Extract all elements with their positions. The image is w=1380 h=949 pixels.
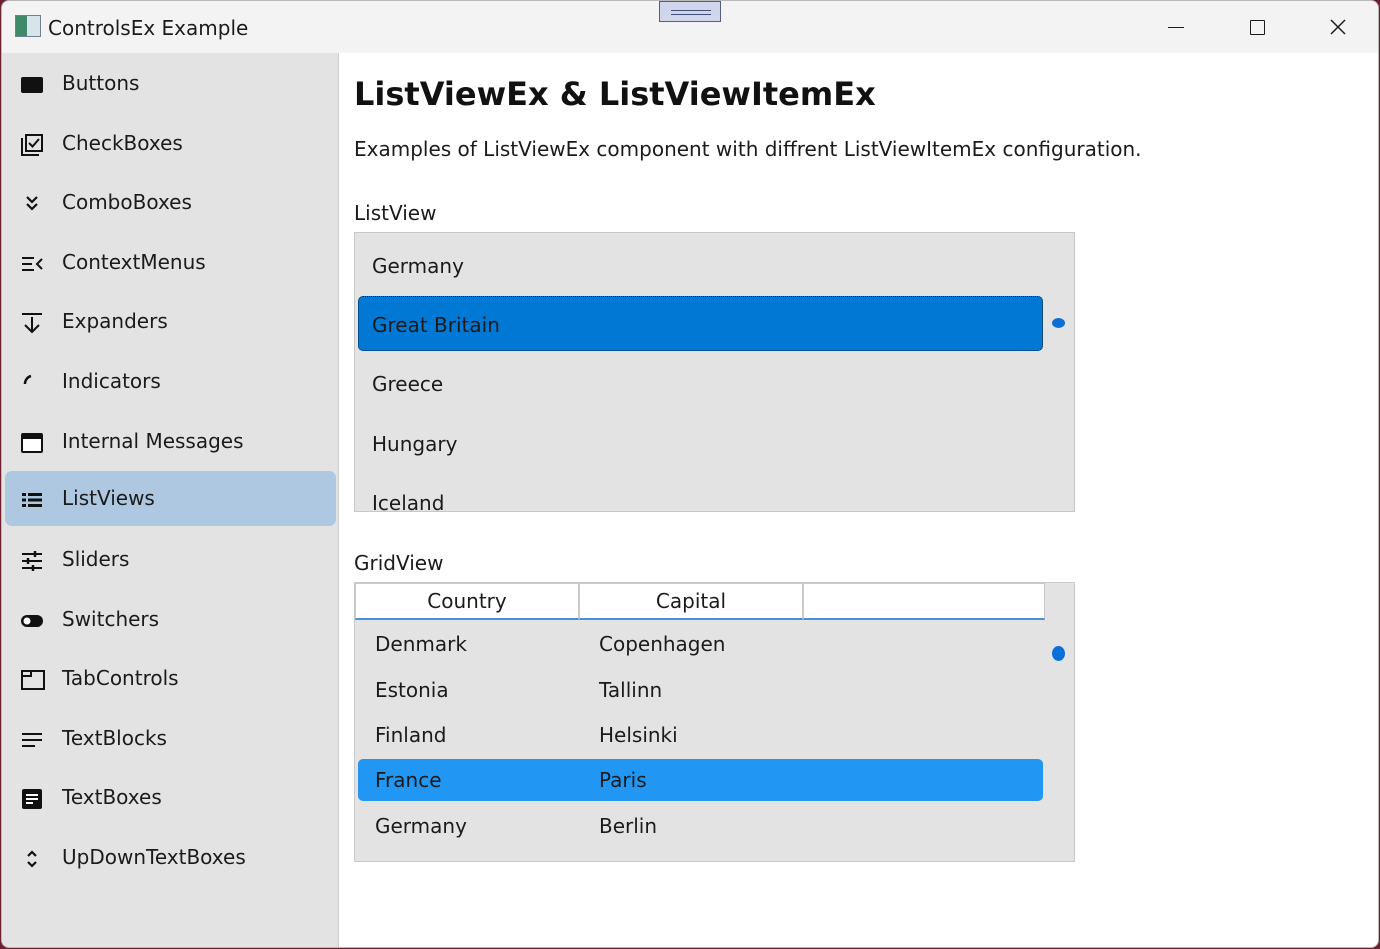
list-icon (21, 489, 43, 511)
table-row-selected[interactable]: France Paris (358, 759, 1043, 801)
listview[interactable]: Germany Great Britain Greece Hungary Ice… (354, 232, 1075, 512)
text-box-icon (21, 788, 43, 810)
column-header-country[interactable]: Country (355, 583, 579, 620)
list-item-selected[interactable]: Great Britain (358, 296, 1043, 351)
double-chevron-down-icon (21, 193, 43, 215)
close-button[interactable] (1298, 1, 1378, 53)
listview-label: ListView (354, 201, 437, 225)
sidebar-item-label: ComboBoxes (62, 190, 192, 214)
text-lines-icon (21, 729, 43, 751)
sidebar-item-sliders[interactable]: Sliders (5, 532, 336, 587)
cell-capital: Tallinn (599, 678, 663, 702)
maximize-icon (1250, 20, 1265, 35)
expander-icon (21, 312, 43, 334)
sidebar-item-checkboxes[interactable]: CheckBoxes (5, 116, 336, 171)
sidebar-item-tabcontrols[interactable]: TabControls (5, 651, 336, 706)
sidebar-item-label: CheckBoxes (62, 131, 183, 155)
sidebar-item-label: Buttons (62, 71, 140, 95)
drag-handle-icon[interactable] (659, 1, 721, 22)
toggle-switch-icon (21, 610, 43, 632)
scrollbar-thumb[interactable] (1052, 318, 1065, 328)
sidebar-item-label: UpDownTextBoxes (62, 845, 246, 869)
button-icon (21, 74, 43, 96)
gridview[interactable]: Country Capital Denmark Copenhagen Eston… (354, 582, 1075, 862)
sidebar-item-label: TextBoxes (62, 785, 162, 809)
cell-capital: Berlin (599, 814, 658, 838)
sidebar-item-label: ListViews (62, 486, 155, 510)
cell-country: Denmark (375, 632, 467, 656)
sidebar-item-label: Internal Messages (62, 429, 244, 453)
sidebar-item-textblocks[interactable]: TextBlocks (5, 711, 336, 766)
cell-capital: Copenhagen (599, 632, 726, 656)
sidebar-item-label: Sliders (62, 547, 130, 571)
table-row[interactable]: Denmark Copenhagen (358, 623, 1043, 665)
cell-country: Estonia (375, 678, 449, 702)
sidebar-item-buttons[interactable]: Buttons (5, 56, 336, 111)
sidebar-item-textboxes[interactable]: TextBoxes (5, 770, 336, 825)
maximize-button[interactable] (1217, 1, 1297, 53)
sidebar-item-indicators[interactable]: Indicators (5, 354, 336, 409)
list-item[interactable]: Greece (358, 355, 1043, 410)
sidebar-item-internal-messages[interactable]: Internal Messages (5, 414, 336, 469)
sidebar-item-label: ContextMenus (62, 250, 206, 274)
sidebar-item-label: Indicators (62, 369, 161, 393)
cell-country: Finland (375, 723, 447, 747)
gridview-label: GridView (354, 551, 444, 575)
context-menu-icon (21, 253, 43, 275)
sidebar-item-contextmenus[interactable]: ContextMenus (5, 235, 336, 290)
cell-country: France (375, 768, 442, 792)
up-down-chevron-icon (21, 848, 43, 870)
scrollbar-thumb[interactable] (1052, 646, 1065, 661)
list-item[interactable]: Hungary (358, 415, 1043, 470)
sidebar-item-switchers[interactable]: Switchers (5, 592, 336, 647)
cell-country: Germany (375, 814, 467, 838)
title-bar[interactable]: ControlsEx Example (2, 1, 1378, 53)
list-item[interactable]: Iceland (358, 474, 1043, 511)
page-title: ListViewEx & ListViewItemEx (354, 75, 876, 113)
message-window-icon (21, 432, 43, 454)
sidebar-item-label: TextBlocks (62, 726, 167, 750)
page-description: Examples of ListViewEx component with di… (354, 137, 1142, 161)
column-header-capital[interactable]: Capital (579, 583, 803, 620)
sidebar-item-label: Switchers (62, 607, 160, 631)
sidebar-item-label: TabControls (62, 666, 179, 690)
progress-ring-icon (21, 372, 43, 394)
sidebar-nav: Buttons CheckBoxes ComboBoxes ContextMen… (2, 53, 338, 947)
main-content: ListViewEx & ListViewItemEx Examples of … (339, 53, 1378, 947)
table-row[interactable]: Germany Berlin (358, 805, 1043, 847)
table-row[interactable]: Finland Helsinki (358, 714, 1043, 756)
sliders-icon (21, 550, 43, 572)
column-header-filler (803, 583, 1045, 620)
close-icon (1330, 19, 1346, 35)
window-title: ControlsEx Example (48, 16, 249, 40)
sidebar-item-listviews[interactable]: ListViews (5, 471, 336, 526)
minimize-button[interactable] (1136, 1, 1216, 53)
minimize-icon (1168, 27, 1184, 28)
tab-icon (21, 669, 45, 691)
app-window: ControlsEx Example Buttons CheckBoxes Co… (1, 0, 1379, 948)
table-row[interactable]: Estonia Tallinn (358, 669, 1043, 711)
sidebar-item-expanders[interactable]: Expanders (5, 294, 336, 349)
sidebar-item-label: Expanders (62, 309, 168, 333)
sidebar-item-updowntextboxes[interactable]: UpDownTextBoxes (5, 830, 336, 885)
sidebar-item-comboboxes[interactable]: ComboBoxes (5, 175, 336, 230)
checkbox-icon (21, 134, 43, 156)
cell-capital: Paris (599, 768, 647, 792)
list-item[interactable]: Germany (358, 237, 1043, 292)
cell-capital: Helsinki (599, 723, 678, 747)
app-icon (15, 15, 41, 37)
